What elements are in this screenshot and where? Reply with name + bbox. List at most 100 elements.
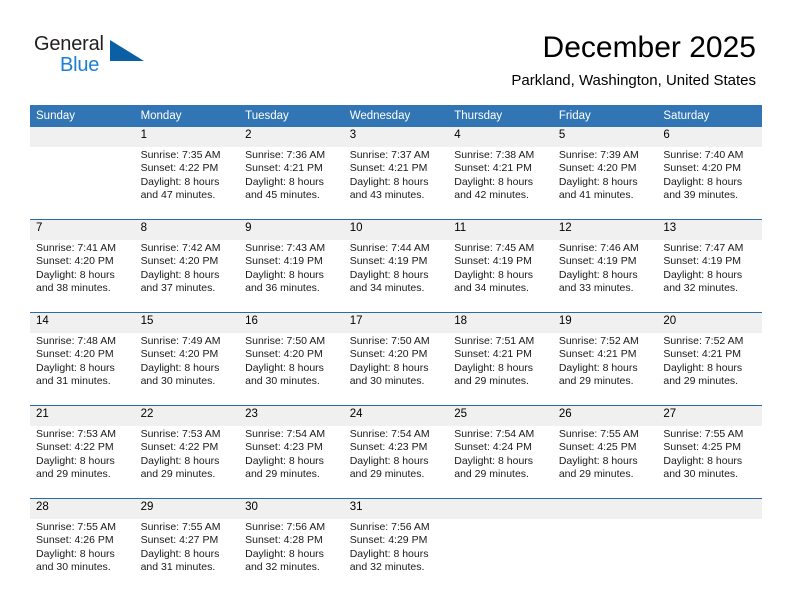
day-detail-line: Daylight: 8 hours — [36, 454, 115, 467]
day-details-cell[interactable]: Sunrise: 7:50 AM Sunset: 4:20 PM Daylight:… — [239, 333, 344, 397]
day-details-cell[interactable]: Sunrise: 7:55 AM Sunset: 4:26 PM Daylight:… — [30, 519, 135, 583]
day-details-cell[interactable]: Sunrise: 7:52 AM Sunset: 4:21 PM Daylight:… — [657, 333, 762, 397]
day-number-cell[interactable]: 18 — [448, 312, 553, 333]
weekday-header-friday: Friday — [552, 105, 658, 127]
day-number-cell[interactable]: 8 — [134, 219, 240, 240]
day-detail-line: Sunset: 4:27 PM — [140, 534, 219, 547]
day-number-cell[interactable]: 16 — [239, 312, 344, 333]
day-details-cell[interactable]: Sunrise: 7:43 AM Sunset: 4:19 PM Daylight:… — [239, 240, 344, 304]
day-details-cell[interactable]: Sunrise: 7:35 AM Sunset: 4:22 PM Daylight:… — [134, 147, 240, 211]
day-details-cell[interactable]: Sunrise: 7:47 AM Sunset: 4:19 PM Daylight:… — [657, 240, 762, 304]
day-number-cell[interactable]: 19 — [552, 312, 658, 333]
calendar-page: General Blue December 2025 Parkland, Was… — [0, 0, 792, 612]
day-detail-line: and 29 minutes. — [349, 468, 425, 481]
day-details-cell[interactable]: Sunrise: 7:48 AM Sunset: 4:20 PM Daylight:… — [30, 333, 135, 397]
day-number-cell[interactable]: 21 — [30, 405, 135, 426]
day-detail-line: and 45 minutes. — [245, 189, 320, 202]
day-details-cell[interactable]: Sunrise: 7:44 AM Sunset: 4:19 PM Daylight:… — [343, 240, 449, 304]
day-details-cell[interactable]: Sunrise: 7:45 AM Sunset: 4:19 PM Daylight:… — [448, 240, 553, 304]
day-details-cell[interactable]: Sunrise: 7:56 AM Sunset: 4:28 PM Daylight:… — [239, 519, 344, 583]
day-details-cell[interactable]: Sunrise: 7:53 AM Sunset: 4:22 PM Daylight:… — [134, 426, 240, 490]
day-number-cell[interactable]: 17 — [343, 312, 449, 333]
day-details-cell[interactable]: Sunrise: 7:39 AM Sunset: 4:20 PM Daylight:… — [552, 147, 658, 211]
day-number-cell[interactable]: 2 — [239, 127, 344, 147]
day-number-cell[interactable]: 30 — [239, 498, 344, 519]
day-details-cell[interactable]: Sunrise: 7:53 AM Sunset: 4:22 PM Daylight:… — [30, 426, 135, 490]
day-number-cell[interactable]: 23 — [239, 405, 344, 426]
day-number-cell[interactable]: 20 — [657, 312, 762, 333]
day-detail-line: Daylight: 8 hours — [558, 361, 638, 374]
page-header: General Blue December 2025 Parkland, Was… — [0, 0, 792, 100]
calendar-body: 1 2 3 4 5 6 Sunrise: 7:35 AM Sunset: 4:22 PM Day… — [30, 127, 762, 583]
day-detail-line: Sunrise: 7:50 AM — [349, 335, 430, 347]
day-number-cell[interactable]: 14 — [30, 312, 135, 333]
day-details-cell[interactable]: Sunrise: 7:40 AM Sunset: 4:20 PM Daylight:… — [657, 147, 762, 211]
day-number-cell[interactable]: 1 — [134, 127, 240, 147]
day-details-cell[interactable]: Sunrise: 7:50 AM Sunset: 4:20 PM Daylight:… — [343, 333, 449, 397]
day-details-row: Sunrise: 7:53 AM Sunset: 4:22 PM Daylight:… — [30, 426, 762, 490]
day-number-cell[interactable]: 13 — [657, 219, 762, 240]
day-number-cell[interactable]: 10 — [343, 219, 449, 240]
day-detail-line: and 31 minutes. — [140, 561, 216, 574]
day-details-cell[interactable]: Sunrise: 7:52 AM Sunset: 4:21 PM Daylight:… — [552, 333, 658, 397]
day-number-cell[interactable]: 28 — [30, 498, 135, 519]
day-number-cell[interactable]: 26 — [552, 405, 658, 426]
day-details-cell[interactable]: Sunrise: 7:42 AM Sunset: 4:20 PM Daylight:… — [134, 240, 240, 304]
day-number-cell[interactable]: 29 — [134, 498, 240, 519]
day-detail-line: Sunset: 4:20 PM — [36, 348, 114, 361]
day-details-cell[interactable]: Sunrise: 7:51 AM Sunset: 4:21 PM Daylight:… — [448, 333, 553, 397]
day-details-cell[interactable]: Sunrise: 7:54 AM Sunset: 4:24 PM Daylight:… — [448, 426, 553, 490]
general-blue-logo[interactable]: General Blue — [34, 33, 164, 81]
day-number-cell[interactable]: 22 — [134, 405, 240, 426]
day-number-cell[interactable]: 27 — [657, 405, 762, 426]
day-details-cell[interactable]: Sunrise: 7:38 AM Sunset: 4:21 PM Daylight:… — [448, 147, 553, 211]
day-details-cell[interactable]: Sunrise: 7:49 AM Sunset: 4:20 PM Daylight:… — [134, 333, 240, 397]
day-number-cell[interactable]: 9 — [239, 219, 344, 240]
day-detail-line: Sunset: 4:19 PM — [454, 255, 532, 268]
week-separator-rule — [30, 490, 762, 499]
day-number-row: 14 15 16 17 18 19 20 — [30, 312, 762, 333]
day-details-cell[interactable]: Sunrise: 7:56 AM Sunset: 4:29 PM Daylight:… — [343, 519, 449, 583]
day-detail-line: and 43 minutes. — [349, 189, 425, 202]
title-block: December 2025 Parkland, Washington, Unit… — [511, 30, 756, 90]
day-number-cell[interactable]: 5 — [552, 127, 658, 147]
day-details-cell[interactable]: Sunrise: 7:41 AM Sunset: 4:20 PM Daylight:… — [30, 240, 135, 304]
day-detail-line: Sunrise: 7:46 AM — [558, 242, 639, 254]
day-detail-line: Daylight: 8 hours — [140, 268, 220, 281]
day-details-cell[interactable]: Sunrise: 7:55 AM Sunset: 4:25 PM Daylight:… — [657, 426, 762, 490]
day-detail-line: Sunrise: 7:35 AM — [140, 149, 221, 161]
day-details-cell[interactable]: Sunrise: 7:55 AM Sunset: 4:25 PM Daylight:… — [552, 426, 658, 490]
day-detail-line: Sunrise: 7:45 AM — [454, 242, 535, 254]
day-details-cell[interactable]: Sunrise: 7:46 AM Sunset: 4:19 PM Daylight:… — [552, 240, 658, 304]
day-details-cell[interactable]: Sunrise: 7:54 AM Sunset: 4:23 PM Daylight:… — [239, 426, 344, 490]
day-detail-line: Sunrise: 7:54 AM — [245, 428, 326, 440]
day-detail-line: and 32 minutes. — [349, 561, 425, 574]
day-detail-line: and 39 minutes. — [663, 189, 739, 202]
day-details-cell[interactable]: Sunrise: 7:37 AM Sunset: 4:21 PM Daylight:… — [343, 147, 449, 211]
day-number-cell[interactable]: 12 — [552, 219, 658, 240]
day-number-cell[interactable]: 31 — [343, 498, 449, 519]
day-number-cell[interactable]: 3 — [343, 127, 449, 147]
day-detail-line: Sunrise: 7:54 AM — [454, 428, 535, 440]
day-detail-line: Sunrise: 7:47 AM — [663, 242, 744, 254]
day-detail-line: Sunset: 4:20 PM — [140, 255, 219, 268]
day-detail-line: Sunset: 4:23 PM — [245, 441, 323, 454]
day-number-cell[interactable]: 24 — [343, 405, 449, 426]
day-number-cell[interactable]: 4 — [448, 127, 553, 147]
location-subtitle: Parkland, Washington, United States — [511, 72, 756, 89]
day-detail-line: Sunset: 4:22 PM — [36, 441, 114, 454]
day-detail-line: Sunset: 4:20 PM — [558, 162, 637, 175]
day-details-cell[interactable]: Sunrise: 7:36 AM Sunset: 4:21 PM Daylight:… — [239, 147, 344, 211]
day-number-cell[interactable]: 7 — [30, 219, 135, 240]
day-details-cell[interactable]: Sunrise: 7:55 AM Sunset: 4:27 PM Daylight:… — [134, 519, 240, 583]
day-detail-line: Sunset: 4:23 PM — [349, 441, 428, 454]
day-detail-line: and 36 minutes. — [245, 282, 320, 295]
day-number-cell[interactable]: 15 — [134, 312, 240, 333]
day-detail-line: Sunset: 4:28 PM — [245, 534, 323, 547]
day-detail-line: Sunrise: 7:53 AM — [36, 428, 116, 440]
day-number-cell[interactable]: 11 — [448, 219, 553, 240]
day-detail-line: Sunrise: 7:36 AM — [245, 149, 326, 161]
day-details-cell[interactable]: Sunrise: 7:54 AM Sunset: 4:23 PM Daylight:… — [343, 426, 449, 490]
day-number-cell[interactable]: 25 — [448, 405, 553, 426]
day-number-cell[interactable]: 6 — [657, 127, 762, 147]
